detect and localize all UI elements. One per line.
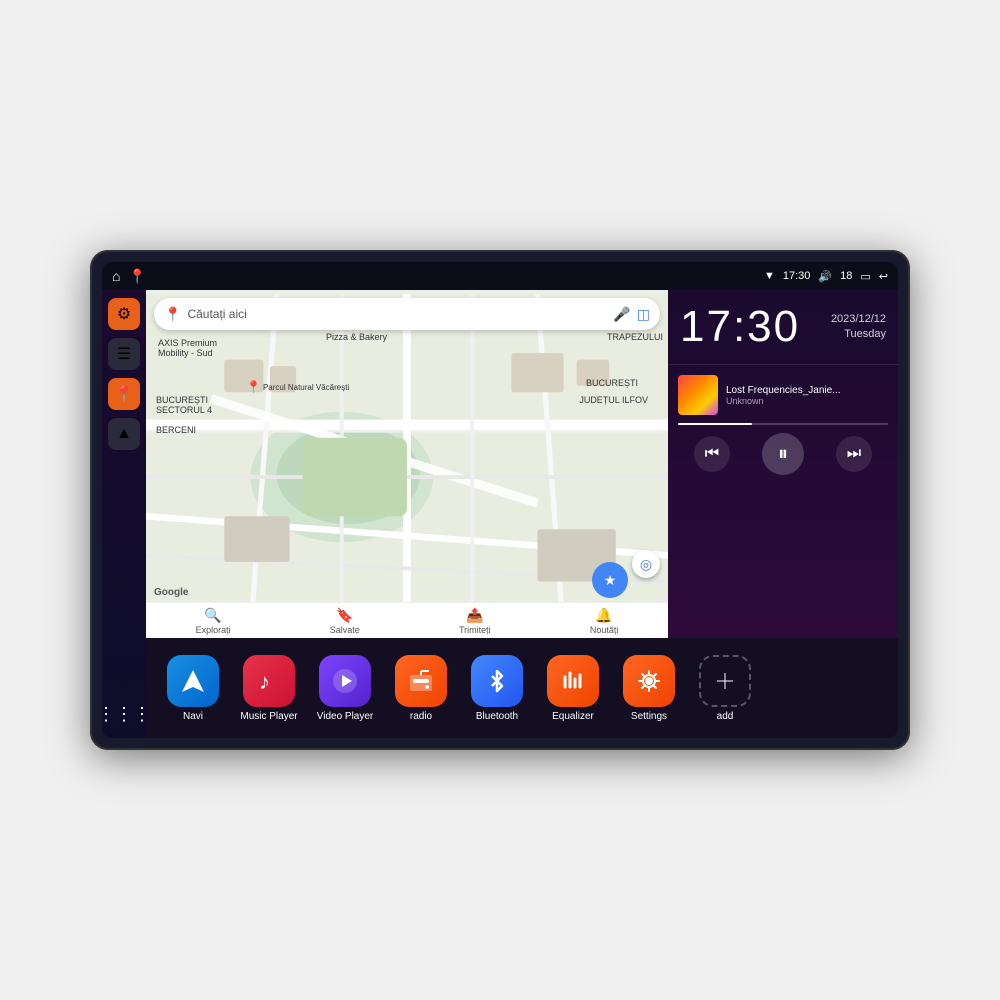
clock-day: Tuesday xyxy=(831,327,886,342)
status-right: ▼ 17:30 🔊 18 ▭ ↩ xyxy=(764,270,888,283)
battery-icon: ▭ xyxy=(860,270,870,283)
app-music-player[interactable]: ♪ Music Player xyxy=(234,655,304,722)
music-player-label: Music Player xyxy=(240,711,297,722)
music-icon-bg: ♪ xyxy=(243,655,295,707)
car-display-device: ⌂ 📍 ▼ 17:30 🔊 18 ▭ ↩ ⚙ ☰ 📍 ▲ ⋮⋮⋮ xyxy=(90,250,910,750)
map-nav-news[interactable]: 🔔 Noutăți xyxy=(590,607,619,635)
location-icon[interactable]: 📍 xyxy=(128,268,145,285)
main-area: ⚙ ☰ 📍 ▲ ⋮⋮⋮ xyxy=(102,290,898,738)
video-player-label: Video Player xyxy=(317,711,374,722)
map-label-trap: TRAPEZULUI xyxy=(607,332,663,342)
map-bottom-nav: 🔍 Explorați 🔖 Salvate 📤 Trimiteți xyxy=(146,602,668,638)
status-time: 17:30 xyxy=(783,270,811,282)
sidebar: ⚙ ☰ 📍 ▲ ⋮⋮⋮ xyxy=(102,290,146,738)
status-bar: ⌂ 📍 ▼ 17:30 🔊 18 ▭ ↩ xyxy=(102,262,898,290)
sidebar-settings-button[interactable]: ⚙ xyxy=(108,298,140,330)
map-label-axis: AXIS PremiumMobility - Sud xyxy=(158,338,217,358)
map-nav-explore[interactable]: 🔍 Explorați xyxy=(196,607,231,635)
status-left: ⌂ 📍 xyxy=(112,268,146,285)
sidebar-grid-button[interactable]: ⋮⋮⋮ xyxy=(108,698,140,730)
news-label: Noutăți xyxy=(590,625,619,635)
signal-strength: 18 xyxy=(840,270,852,282)
radio-icon-bg xyxy=(395,655,447,707)
right-panel: 17:30 2023/12/12 Tuesday xyxy=(668,290,898,638)
app-add[interactable]: add xyxy=(690,655,760,722)
app-video-player[interactable]: Video Player xyxy=(310,655,380,722)
map-poi-park: 📍 Parcul Natural Văcărești xyxy=(246,380,349,394)
home-icon[interactable]: ⌂ xyxy=(112,268,120,284)
send-icon: 📤 xyxy=(466,607,483,624)
top-half: AXIS PremiumMobility - Sud Pizza & Baker… xyxy=(146,290,898,638)
bt-icon-bg xyxy=(471,655,523,707)
explore-icon: 🔍 xyxy=(204,607,221,624)
navigate-button[interactable]: ★ xyxy=(592,562,628,598)
prev-button[interactable]: ⏮ xyxy=(694,436,730,472)
app-equalizer[interactable]: Equalizer xyxy=(538,655,608,722)
music-artist: Unknown xyxy=(726,396,888,406)
location-button[interactable]: ◎ xyxy=(632,550,660,578)
video-icon-bg xyxy=(319,655,371,707)
next-button[interactable]: ⏭ xyxy=(836,436,872,472)
clock-date: 2023/12/12 Tuesday xyxy=(831,312,886,343)
map-search-bar[interactable]: 📍 Căutați aici 🎤 ◫ xyxy=(154,298,660,330)
app-settings[interactable]: Settings xyxy=(614,655,684,722)
saved-icon: 🔖 xyxy=(336,607,353,624)
map-container[interactable]: AXIS PremiumMobility - Sud Pizza & Baker… xyxy=(146,290,668,638)
map-label-berceni: BERCENI xyxy=(156,425,196,435)
navi-label: Navi xyxy=(183,711,203,722)
add-label: add xyxy=(717,711,734,722)
map-label-pizza: Pizza & Bakery xyxy=(326,332,387,342)
poi-pin-icon: 📍 xyxy=(246,380,261,394)
music-info: Lost Frequencies_Janie... Unknown xyxy=(678,375,888,415)
album-art xyxy=(678,375,718,415)
settings-icon-bg xyxy=(623,655,675,707)
app-drawer: Navi ♪ Music Player Video Player xyxy=(146,638,898,738)
clock-section: 17:30 2023/12/12 Tuesday xyxy=(668,290,898,365)
map-nav-saved[interactable]: 🔖 Salvate xyxy=(330,607,360,635)
progress-fill xyxy=(678,423,752,425)
eq-icon-bg xyxy=(547,655,599,707)
music-section: Lost Frequencies_Janie... Unknown ⏮ ⏸ ⏭ xyxy=(668,365,898,638)
google-logo: Google xyxy=(154,587,188,598)
wifi-icon: ▼ xyxy=(764,270,775,282)
sidebar-maps-button[interactable]: 📍 xyxy=(108,378,140,410)
screen: ⌂ 📍 ▼ 17:30 🔊 18 ▭ ↩ ⚙ ☰ 📍 ▲ ⋮⋮⋮ xyxy=(102,262,898,738)
progress-bar[interactable] xyxy=(678,423,888,425)
app-navi[interactable]: Navi xyxy=(158,655,228,722)
map-search-text: Căutați aici xyxy=(187,307,607,321)
album-art-image xyxy=(678,375,718,415)
explore-label: Explorați xyxy=(196,625,231,635)
map-label-sector: BUCUREȘTISECTORUL 4 xyxy=(156,395,212,415)
navi-icon-bg xyxy=(167,655,219,707)
music-text: Lost Frequencies_Janie... Unknown xyxy=(726,385,888,406)
volume-icon: 🔊 xyxy=(818,270,832,283)
music-controls: ⏮ ⏸ ⏭ xyxy=(678,433,888,475)
google-maps-icon: 📍 xyxy=(164,306,181,323)
map-nav-send[interactable]: 📤 Trimiteți xyxy=(459,607,491,635)
sidebar-menu-button[interactable]: ☰ xyxy=(108,338,140,370)
radio-label: radio xyxy=(410,711,432,722)
saved-label: Salvate xyxy=(330,625,360,635)
svg-text:♪: ♪ xyxy=(259,669,270,694)
app-radio[interactable]: radio xyxy=(386,655,456,722)
add-icon-bg xyxy=(699,655,751,707)
clock-date-value: 2023/12/12 xyxy=(831,312,886,327)
mic-icon[interactable]: 🎤 xyxy=(613,306,630,323)
equalizer-label: Equalizer xyxy=(552,711,594,722)
back-icon[interactable]: ↩ xyxy=(879,270,888,283)
news-icon: 🔔 xyxy=(595,607,612,624)
send-label: Trimiteți xyxy=(459,625,491,635)
pause-button[interactable]: ⏸ xyxy=(762,433,804,475)
layers-icon[interactable]: ◫ xyxy=(637,306,650,323)
bluetooth-label: Bluetooth xyxy=(476,711,518,722)
sidebar-nav-button[interactable]: ▲ xyxy=(108,418,140,450)
music-title: Lost Frequencies_Janie... xyxy=(726,385,888,396)
clock-time: 17:30 xyxy=(680,302,800,352)
content-area: AXIS PremiumMobility - Sud Pizza & Baker… xyxy=(146,290,898,738)
poi-park-label: Parcul Natural Văcărești xyxy=(263,383,349,392)
app-bluetooth[interactable]: Bluetooth xyxy=(462,655,532,722)
map-label-ilfov: JUDEȚUL ILFOV xyxy=(579,395,648,405)
map-label-buc: BUCUREȘTI xyxy=(586,378,638,388)
settings-label: Settings xyxy=(631,711,667,722)
